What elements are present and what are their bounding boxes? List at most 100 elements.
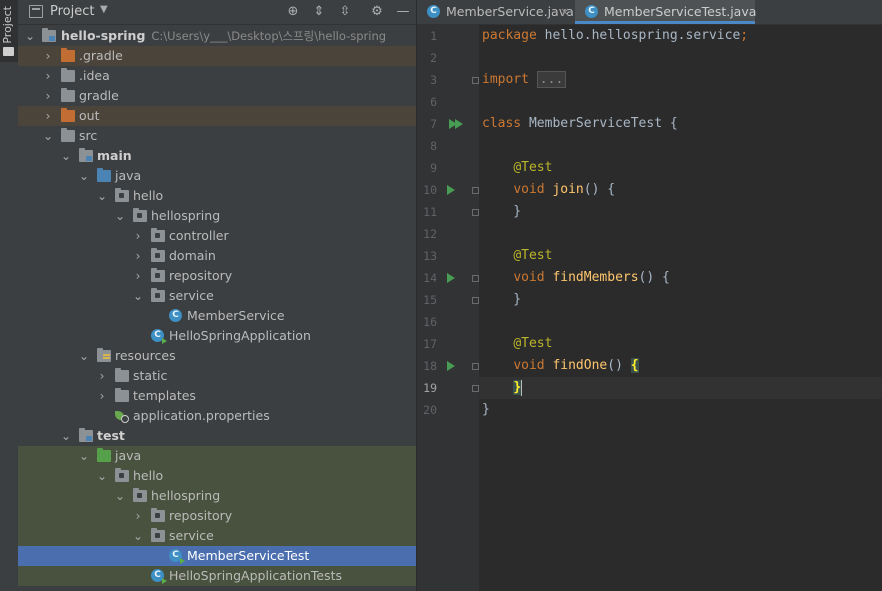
chevron-down-icon[interactable]: ⌄ bbox=[96, 186, 108, 206]
chevron-down-icon[interactable]: ⌄ bbox=[78, 166, 90, 186]
chevron-right-icon[interactable]: › bbox=[42, 86, 54, 106]
chevron-right-icon[interactable]: › bbox=[132, 246, 144, 266]
chevron-down-icon[interactable]: ⌄ bbox=[60, 146, 72, 166]
tree-row-gradle[interactable]: › gradle bbox=[18, 86, 416, 106]
tree-row-src[interactable]: ⌄ src bbox=[18, 126, 416, 146]
tree-row-hello-spring-application[interactable]: C HelloSpringApplication bbox=[18, 326, 416, 346]
fold-icon[interactable] bbox=[472, 275, 479, 282]
tree-row-test-repository[interactable]: › repository bbox=[18, 506, 416, 526]
tree-row-domain[interactable]: › domain bbox=[18, 246, 416, 266]
code-line[interactable] bbox=[479, 135, 882, 157]
code-line[interactable] bbox=[479, 311, 882, 333]
chevron-right-icon[interactable]: › bbox=[132, 506, 144, 526]
chevron-right-icon[interactable]: › bbox=[42, 66, 54, 86]
code-line[interactable] bbox=[479, 47, 882, 69]
fold-icon[interactable] bbox=[472, 297, 479, 304]
tab-member-service-test[interactable]: C MemberServiceTest.java bbox=[575, 0, 756, 24]
tree-row-service[interactable]: ⌄ service bbox=[18, 286, 416, 306]
chevron-right-icon[interactable]: › bbox=[42, 46, 54, 66]
code-line[interactable]: import ... bbox=[479, 69, 882, 91]
chevron-right-icon[interactable]: › bbox=[96, 386, 108, 406]
project-tool-tab[interactable]: Project bbox=[0, 0, 18, 62]
code-area[interactable]: package hello.hellospring.service; import… bbox=[479, 25, 882, 591]
code-line[interactable]: } bbox=[479, 201, 882, 223]
expand-all-icon[interactable]: ⇕ bbox=[310, 3, 328, 21]
locate-icon[interactable]: ⊕ bbox=[284, 3, 302, 21]
code-line[interactable]: package hello.hellospring.service; bbox=[479, 25, 882, 47]
fold-icon[interactable] bbox=[472, 187, 479, 194]
fold-icon[interactable] bbox=[472, 77, 479, 84]
tree-row-test-java[interactable]: ⌄ java bbox=[18, 446, 416, 466]
chevron-down-icon[interactable]: ⌄ bbox=[132, 526, 144, 546]
chevron-down-icon[interactable]: ▼ bbox=[100, 4, 108, 15]
code-line[interactable]: @Test bbox=[479, 245, 882, 267]
tree-row-test-service[interactable]: ⌄ service bbox=[18, 526, 416, 546]
collapse-all-icon[interactable]: ⇳ bbox=[336, 3, 354, 21]
chevron-down-icon[interactable]: ⌄ bbox=[114, 206, 126, 226]
project-view-selector[interactable]: Project bbox=[50, 4, 94, 19]
chevron-down-icon[interactable]: ⌄ bbox=[42, 126, 54, 146]
run-test-icon[interactable] bbox=[447, 185, 455, 195]
chevron-right-icon[interactable]: › bbox=[132, 266, 144, 286]
code-line[interactable]: void findOne() { bbox=[479, 355, 882, 377]
minimize-icon[interactable]: — bbox=[394, 3, 412, 21]
close-icon[interactable]: × bbox=[560, 0, 570, 24]
tree-row-idea[interactable]: › .idea bbox=[18, 66, 416, 86]
run-all-tests-icon[interactable] bbox=[449, 119, 463, 129]
tree-row-templates[interactable]: › templates bbox=[18, 386, 416, 406]
tree-row-main-hellospring[interactable]: ⌄ hellospring bbox=[18, 206, 416, 226]
tree-row-application-properties[interactable]: application.properties bbox=[18, 406, 416, 426]
tree-label: HelloSpringApplication bbox=[169, 328, 311, 343]
chevron-down-icon[interactable]: ⌄ bbox=[132, 286, 144, 306]
tree-row-hello-spring-application-tests[interactable]: C HelloSpringApplicationTests bbox=[18, 566, 416, 586]
chevron-down-icon[interactable]: ⌄ bbox=[60, 426, 72, 446]
code-line[interactable]: @Test bbox=[479, 157, 882, 179]
run-test-icon[interactable] bbox=[447, 273, 455, 283]
chevron-down-icon[interactable]: ⌄ bbox=[78, 446, 90, 466]
package-icon bbox=[151, 288, 165, 302]
folded-imports[interactable]: ... bbox=[536, 71, 567, 88]
gear-icon[interactable]: ⚙ bbox=[368, 3, 386, 21]
chevron-down-icon[interactable]: ⌄ bbox=[24, 26, 36, 46]
fold-icon[interactable] bbox=[472, 363, 479, 370]
run-test-icon[interactable] bbox=[447, 361, 455, 371]
chevron-down-icon[interactable]: ⌄ bbox=[114, 486, 126, 506]
tree-row-test[interactable]: ⌄ test bbox=[18, 426, 416, 446]
tree-label: src bbox=[79, 128, 98, 143]
fold-icon[interactable] bbox=[472, 209, 479, 216]
tree-row-static[interactable]: › static bbox=[18, 366, 416, 386]
tab-member-service[interactable]: C MemberService.java × bbox=[417, 0, 575, 24]
tree-label: test bbox=[97, 428, 125, 443]
code-token: import bbox=[482, 72, 537, 87]
code-line[interactable]: class MemberServiceTest { bbox=[479, 113, 882, 135]
tree-row-resources[interactable]: ⌄ resources bbox=[18, 346, 416, 366]
code-line[interactable] bbox=[479, 91, 882, 113]
chevron-right-icon[interactable]: › bbox=[96, 366, 108, 386]
tree-row-member-service-test[interactable]: C MemberServiceTest bbox=[18, 546, 416, 566]
tree-row-member-service[interactable]: C MemberService bbox=[18, 306, 416, 326]
tree-row-main-java[interactable]: ⌄ java bbox=[18, 166, 416, 186]
tree-row-test-hello[interactable]: ⌄ hello bbox=[18, 466, 416, 486]
code-line[interactable]: void join() { bbox=[479, 179, 882, 201]
tree-row-controller[interactable]: › controller bbox=[18, 226, 416, 246]
tree-row-main-hello[interactable]: ⌄ hello bbox=[18, 186, 416, 206]
code-line[interactable]: } bbox=[479, 289, 882, 311]
chevron-down-icon[interactable]: ⌄ bbox=[96, 466, 108, 486]
fold-icon[interactable] bbox=[472, 385, 479, 392]
tree-row-repository[interactable]: › repository bbox=[18, 266, 416, 286]
code-token: ; bbox=[740, 28, 749, 43]
code-line[interactable]: void findMembers() { bbox=[479, 267, 882, 289]
code-line[interactable]: } bbox=[479, 377, 882, 399]
chevron-down-icon[interactable]: ⌄ bbox=[78, 346, 90, 366]
tree-row-test-hellospring[interactable]: ⌄ hellospring bbox=[18, 486, 416, 506]
tree-row-gradle-cache[interactable]: › .gradle bbox=[18, 46, 416, 66]
tree-row-main[interactable]: ⌄ main bbox=[18, 146, 416, 166]
code-line[interactable]: @Test bbox=[479, 333, 882, 355]
tree-row-hello-spring[interactable]: ⌄ hello-spring C:\Users\y___\Desktop\스프링\… bbox=[18, 26, 416, 46]
chevron-right-icon[interactable]: › bbox=[42, 106, 54, 126]
code-line[interactable]: } bbox=[479, 399, 882, 421]
tree-row-out[interactable]: › out bbox=[18, 106, 416, 126]
code-line[interactable] bbox=[479, 223, 882, 245]
chevron-right-icon[interactable]: › bbox=[132, 226, 144, 246]
